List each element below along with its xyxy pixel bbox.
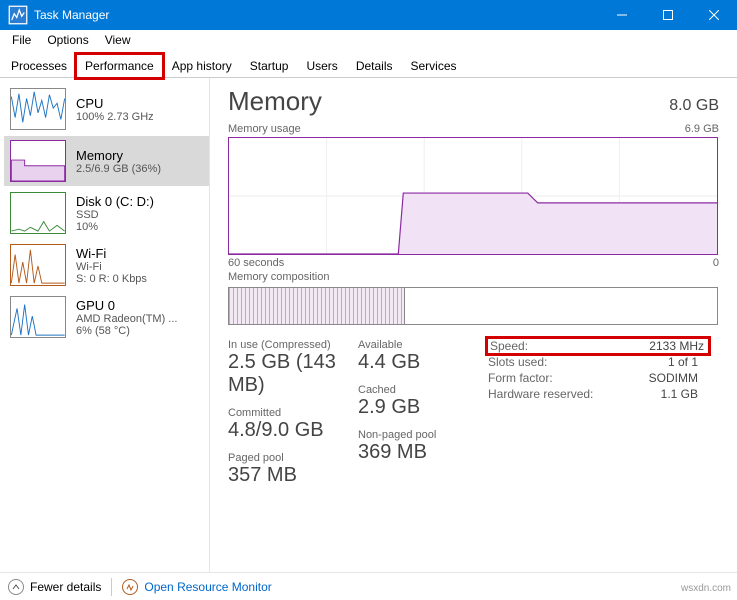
sidebar: CPU 100% 2.73 GHz Memory 2.5/6.9 GB (36%… [0,78,210,572]
open-resource-monitor-link[interactable]: Open Resource Monitor [144,580,271,594]
cpu-thumbnail [10,88,66,130]
available-value: 4.4 GB [358,351,488,374]
usage-label: Memory usage [228,123,301,135]
footer-divider [111,578,112,596]
sidebar-item-memory[interactable]: Memory 2.5/6.9 GB (36%) [4,136,209,186]
composition-in-use [229,288,405,324]
detail-slots-row: Slots used: 1 of 1 [488,355,708,369]
capacity-label: 8.0 GB [669,97,719,115]
disk-sub1: SSD [76,209,154,221]
window-controls [599,0,737,30]
sidebar-item-disk[interactable]: Disk 0 (C: D:) SSD 10% [4,188,209,238]
menu-file[interactable]: File [4,31,39,49]
committed-label: Committed [228,407,358,419]
content-header: Memory 8.0 GB [228,86,719,117]
tab-services[interactable]: Services [402,54,466,77]
app-icon [8,5,28,25]
disk-sub2: 10% [76,221,154,233]
detail-form-row: Form factor: SODIMM [488,371,708,385]
memory-composition-bar[interactable] [228,287,718,325]
x-axis-left: 60 seconds [228,257,284,269]
cached-label: Cached [358,384,488,396]
tab-processes[interactable]: Processes [2,54,76,77]
usage-chart-block: Memory usage 6.9 GB 60 seconds 0 [228,123,719,269]
content-pane: Memory 8.0 GB Memory usage 6.9 GB [210,78,737,572]
menu-view[interactable]: View [97,31,139,49]
gpu-sub2: 6% (58 °C) [76,325,177,337]
titlebar: Task Manager [0,0,737,30]
menubar: File Options View [0,30,737,50]
watermark: wsxdn.com [681,583,731,594]
sidebar-item-cpu[interactable]: CPU 100% 2.73 GHz [4,84,209,134]
x-axis-right: 0 [713,257,719,269]
gpu-thumbnail [10,296,66,338]
cpu-label: CPU [76,96,154,111]
stats-grid: In use (Compressed) 2.5 GB (143 MB) Comm… [228,339,719,497]
menu-options[interactable]: Options [39,31,96,49]
paged-label: Paged pool [228,452,358,464]
resource-monitor-icon[interactable] [122,579,138,595]
wifi-sub2: S: 0 R: 0 Kbps [76,273,147,285]
chevron-up-icon[interactable] [8,579,24,595]
inuse-label: In use (Compressed) [228,339,358,351]
hw-key: Hardware reserved: [488,387,593,401]
detail-hw-row: Hardware reserved: 1.1 GB [488,387,708,401]
speed-key: Speed: [490,339,528,353]
detail-speed-row: Speed: 2133 MHz [488,339,708,353]
close-button[interactable] [691,0,737,30]
wifi-thumbnail [10,244,66,286]
page-title: Memory [228,86,322,117]
memory-label: Memory [76,148,161,163]
tab-details[interactable]: Details [347,54,402,77]
memory-thumbnail [10,140,66,182]
nonpaged-label: Non-paged pool [358,429,488,441]
sidebar-item-gpu[interactable]: GPU 0 AMD Radeon(TM) ... 6% (58 °C) [4,292,209,342]
memory-sub: 2.5/6.9 GB (36%) [76,163,161,175]
maximize-button[interactable] [645,0,691,30]
main-area: CPU 100% 2.73 GHz Memory 2.5/6.9 GB (36%… [0,78,737,572]
tab-strip: Processes Performance App history Startu… [0,50,737,78]
fewer-details-link[interactable]: Fewer details [30,580,101,594]
slots-value: 1 of 1 [668,355,698,369]
wifi-sub1: Wi-Fi [76,261,147,273]
paged-value: 357 MB [228,464,358,487]
cached-value: 2.9 GB [358,396,488,419]
nonpaged-value: 369 MB [358,441,488,464]
tab-app-history[interactable]: App history [163,54,241,77]
wifi-label: Wi-Fi [76,246,147,261]
gpu-sub1: AMD Radeon(TM) ... [76,313,177,325]
cpu-sub: 100% 2.73 GHz [76,111,154,123]
form-value: SODIMM [649,371,698,385]
footer: Fewer details Open Resource Monitor [0,572,737,600]
disk-thumbnail [10,192,66,234]
usage-max: 6.9 GB [685,123,719,135]
memory-usage-chart[interactable] [228,137,718,255]
committed-value: 4.8/9.0 GB [228,419,358,442]
composition-label: Memory composition [228,271,329,283]
window-title: Task Manager [34,8,599,22]
inuse-value: 2.5 GB (143 MB) [228,351,358,397]
gpu-label: GPU 0 [76,298,177,313]
sidebar-item-wifi[interactable]: Wi-Fi Wi-Fi S: 0 R: 0 Kbps [4,240,209,290]
hw-value: 1.1 GB [661,387,698,401]
speed-value: 2133 MHz [649,339,704,353]
tab-startup[interactable]: Startup [241,54,298,77]
composition-available [405,288,717,324]
slots-key: Slots used: [488,355,547,369]
available-label: Available [358,339,488,351]
disk-label: Disk 0 (C: D:) [76,194,154,209]
minimize-button[interactable] [599,0,645,30]
tab-users[interactable]: Users [297,54,346,77]
tab-performance[interactable]: Performance [76,54,163,78]
form-key: Form factor: [488,371,553,385]
